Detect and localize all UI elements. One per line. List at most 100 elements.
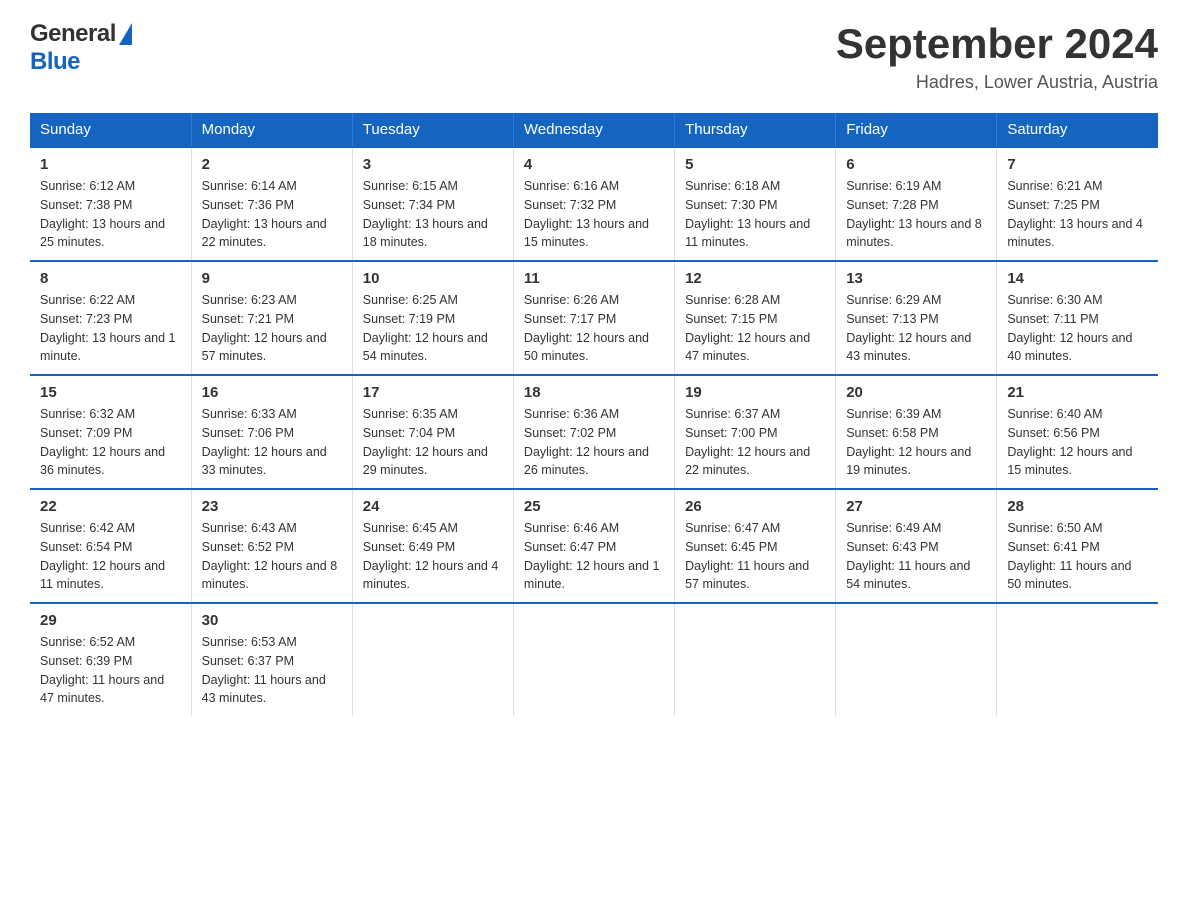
calendar-day-cell: 10 Sunrise: 6:25 AMSunset: 7:19 PMDayligh… xyxy=(352,261,513,375)
day-number: 14 xyxy=(1007,270,1148,287)
day-info: Sunrise: 6:33 AMSunset: 7:06 PMDaylight:… xyxy=(202,405,342,480)
day-info: Sunrise: 6:35 AMSunset: 7:04 PMDaylight:… xyxy=(363,405,503,480)
day-number: 29 xyxy=(40,612,181,629)
calendar-week-row: 29Sunrise: 6:52 AMSunset: 6:39 PMDayligh… xyxy=(30,603,1158,716)
calendar-week-row: 22 Sunrise: 6:42 AMSunset: 6:54 PMDayligh… xyxy=(30,489,1158,603)
calendar-day-cell: 30 Sunrise: 6:53 AMSunset: 6:37 PMDayligh… xyxy=(191,603,352,716)
day-number: 15 xyxy=(40,384,181,401)
calendar-day-cell: 15 Sunrise: 6:32 AMSunset: 7:09 PMDayligh… xyxy=(30,375,191,489)
calendar-day-cell: 19 Sunrise: 6:37 AMSunset: 7:00 PMDayligh… xyxy=(675,375,836,489)
calendar-day-cell: 11 Sunrise: 6:26 AMSunset: 7:17 PMDayligh… xyxy=(513,261,674,375)
day-info: Sunrise: 6:45 AMSunset: 6:49 PMDaylight:… xyxy=(363,519,503,594)
day-info: Sunrise: 6:19 AMSunset: 7:28 PMDaylight:… xyxy=(846,177,986,252)
day-info: Sunrise: 6:26 AMSunset: 7:17 PMDaylight:… xyxy=(524,291,664,366)
day-info: Sunrise: 6:47 AMSunset: 6:45 PMDaylight:… xyxy=(685,519,825,594)
calendar-day-cell: 22 Sunrise: 6:42 AMSunset: 6:54 PMDayligh… xyxy=(30,489,191,603)
calendar-day-cell: 23 Sunrise: 6:43 AMSunset: 6:52 PMDayligh… xyxy=(191,489,352,603)
day-number: 25 xyxy=(524,498,664,515)
day-info: Sunrise: 6:29 AMSunset: 7:13 PMDaylight:… xyxy=(846,291,986,366)
day-number: 2 xyxy=(202,156,342,173)
day-number: 24 xyxy=(363,498,503,515)
calendar-day-cell: 14 Sunrise: 6:30 AMSunset: 7:11 PMDayligh… xyxy=(997,261,1158,375)
day-number: 3 xyxy=(363,156,503,173)
col-tuesday: Tuesday xyxy=(352,113,513,147)
calendar-day-cell: 17 Sunrise: 6:35 AMSunset: 7:04 PMDayligh… xyxy=(352,375,513,489)
calendar-day-cell xyxy=(836,603,997,716)
logo-blue-text: Blue xyxy=(30,48,80,75)
calendar-header-row: Sunday Monday Tuesday Wednesday Thursday… xyxy=(30,113,1158,147)
day-number: 7 xyxy=(1007,156,1148,173)
calendar-day-cell: 24 Sunrise: 6:45 AMSunset: 6:49 PMDayligh… xyxy=(352,489,513,603)
col-friday: Friday xyxy=(836,113,997,147)
day-number: 5 xyxy=(685,156,825,173)
calendar-week-row: 15 Sunrise: 6:32 AMSunset: 7:09 PMDayligh… xyxy=(30,375,1158,489)
calendar-day-cell xyxy=(513,603,674,716)
day-number: 28 xyxy=(1007,498,1148,515)
day-info: Sunrise: 6:18 AMSunset: 7:30 PMDaylight:… xyxy=(685,177,825,252)
logo-general-text: General xyxy=(30,20,116,48)
day-info: Sunrise: 6:32 AMSunset: 7:09 PMDaylight:… xyxy=(40,405,181,480)
calendar-day-cell: 7 Sunrise: 6:21 AMSunset: 7:25 PMDaylight… xyxy=(997,147,1158,261)
calendar-day-cell xyxy=(675,603,836,716)
day-info: Sunrise: 6:21 AMSunset: 7:25 PMDaylight:… xyxy=(1007,177,1148,252)
day-info: Sunrise: 6:22 AMSunset: 7:23 PMDaylight:… xyxy=(40,291,181,366)
calendar-day-cell: 20 Sunrise: 6:39 AMSunset: 6:58 PMDayligh… xyxy=(836,375,997,489)
day-number: 12 xyxy=(685,270,825,287)
calendar-day-cell: 27 Sunrise: 6:49 AMSunset: 6:43 PMDayligh… xyxy=(836,489,997,603)
day-info: Sunrise: 6:23 AMSunset: 7:21 PMDaylight:… xyxy=(202,291,342,366)
day-number: 22 xyxy=(40,498,181,515)
day-number: 4 xyxy=(524,156,664,173)
day-info: Sunrise: 6:30 AMSunset: 7:11 PMDaylight:… xyxy=(1007,291,1148,366)
day-info: Sunrise: 6:12 AMSunset: 7:38 PMDaylight:… xyxy=(40,177,181,252)
day-number: 16 xyxy=(202,384,342,401)
day-info: Sunrise: 6:40 AMSunset: 6:56 PMDaylight:… xyxy=(1007,405,1148,480)
calendar-day-cell: 1Sunrise: 6:12 AMSunset: 7:38 PMDaylight… xyxy=(30,147,191,261)
day-info: Sunrise: 6:37 AMSunset: 7:00 PMDaylight:… xyxy=(685,405,825,480)
logo-triangle-icon xyxy=(119,23,132,45)
col-sunday: Sunday xyxy=(30,113,191,147)
col-wednesday: Wednesday xyxy=(513,113,674,147)
day-info: Sunrise: 6:36 AMSunset: 7:02 PMDaylight:… xyxy=(524,405,664,480)
calendar-day-cell: 5 Sunrise: 6:18 AMSunset: 7:30 PMDaylight… xyxy=(675,147,836,261)
day-number: 23 xyxy=(202,498,342,515)
calendar-week-row: 8 Sunrise: 6:22 AMSunset: 7:23 PMDaylight… xyxy=(30,261,1158,375)
day-number: 19 xyxy=(685,384,825,401)
title-block: September 2024 Hadres, Lower Austria, Au… xyxy=(836,20,1158,93)
calendar-title: September 2024 xyxy=(836,20,1158,68)
day-number: 11 xyxy=(524,270,664,287)
calendar-location: Hadres, Lower Austria, Austria xyxy=(836,72,1158,93)
calendar-day-cell: 18Sunrise: 6:36 AMSunset: 7:02 PMDayligh… xyxy=(513,375,674,489)
calendar-day-cell: 25Sunrise: 6:46 AMSunset: 6:47 PMDayligh… xyxy=(513,489,674,603)
calendar-week-row: 1Sunrise: 6:12 AMSunset: 7:38 PMDaylight… xyxy=(30,147,1158,261)
calendar-day-cell: 26Sunrise: 6:47 AMSunset: 6:45 PMDayligh… xyxy=(675,489,836,603)
day-number: 20 xyxy=(846,384,986,401)
day-number: 27 xyxy=(846,498,986,515)
day-info: Sunrise: 6:42 AMSunset: 6:54 PMDaylight:… xyxy=(40,519,181,594)
logo: General Blue xyxy=(30,20,132,76)
calendar-day-cell xyxy=(352,603,513,716)
day-info: Sunrise: 6:43 AMSunset: 6:52 PMDaylight:… xyxy=(202,519,342,594)
calendar-day-cell: 6 Sunrise: 6:19 AMSunset: 7:28 PMDaylight… xyxy=(836,147,997,261)
calendar-day-cell xyxy=(997,603,1158,716)
day-info: Sunrise: 6:53 AMSunset: 6:37 PMDaylight:… xyxy=(202,633,342,708)
calendar-day-cell: 9Sunrise: 6:23 AMSunset: 7:21 PMDaylight… xyxy=(191,261,352,375)
day-number: 30 xyxy=(202,612,342,629)
day-number: 10 xyxy=(363,270,503,287)
calendar-day-cell: 2Sunrise: 6:14 AMSunset: 7:36 PMDaylight… xyxy=(191,147,352,261)
day-number: 6 xyxy=(846,156,986,173)
calendar-day-cell: 13 Sunrise: 6:29 AMSunset: 7:13 PMDayligh… xyxy=(836,261,997,375)
calendar-table: Sunday Monday Tuesday Wednesday Thursday… xyxy=(30,113,1158,716)
day-number: 8 xyxy=(40,270,181,287)
calendar-day-cell: 8 Sunrise: 6:22 AMSunset: 7:23 PMDaylight… xyxy=(30,261,191,375)
day-number: 17 xyxy=(363,384,503,401)
calendar-day-cell: 16 Sunrise: 6:33 AMSunset: 7:06 PMDayligh… xyxy=(191,375,352,489)
day-number: 21 xyxy=(1007,384,1148,401)
day-info: Sunrise: 6:39 AMSunset: 6:58 PMDaylight:… xyxy=(846,405,986,480)
day-info: Sunrise: 6:15 AMSunset: 7:34 PMDaylight:… xyxy=(363,177,503,252)
day-info: Sunrise: 6:49 AMSunset: 6:43 PMDaylight:… xyxy=(846,519,986,594)
day-info: Sunrise: 6:25 AMSunset: 7:19 PMDaylight:… xyxy=(363,291,503,366)
day-info: Sunrise: 6:50 AMSunset: 6:41 PMDaylight:… xyxy=(1007,519,1148,594)
day-number: 13 xyxy=(846,270,986,287)
day-info: Sunrise: 6:16 AMSunset: 7:32 PMDaylight:… xyxy=(524,177,664,252)
col-monday: Monday xyxy=(191,113,352,147)
